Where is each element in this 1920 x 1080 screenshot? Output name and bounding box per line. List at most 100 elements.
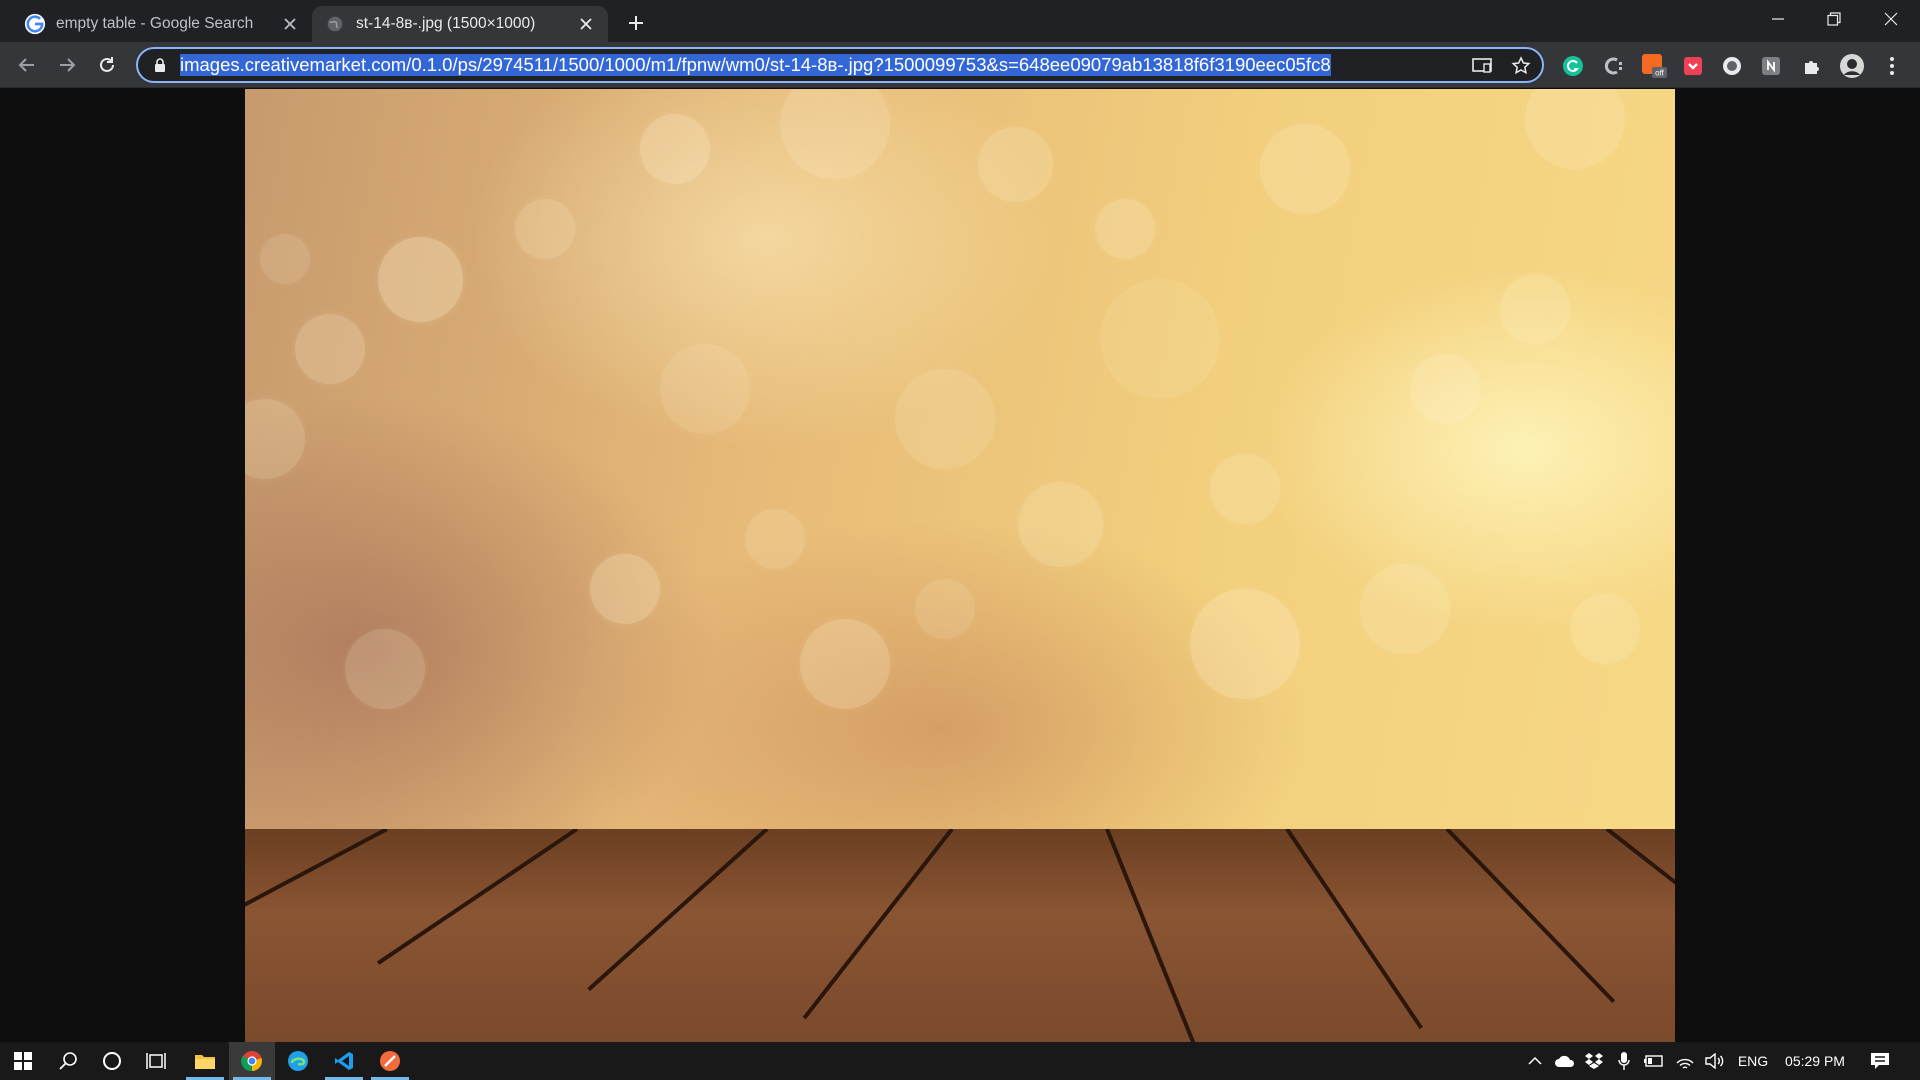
- start-button[interactable]: [0, 1042, 46, 1080]
- cast-icon[interactable]: [1469, 53, 1495, 79]
- google-g-icon: [24, 13, 46, 35]
- bokeh-light: [660, 344, 750, 434]
- action-center-icon[interactable]: [1862, 1042, 1898, 1080]
- taskbar-edge[interactable]: [275, 1042, 321, 1080]
- cortana-circle-icon: [103, 1052, 121, 1070]
- bookmark-star-icon[interactable]: [1508, 53, 1534, 79]
- displayed-image[interactable]: [245, 89, 1675, 1042]
- restore-button[interactable]: [1805, 0, 1863, 38]
- address-bar[interactable]: images.creativemarket.com/0.1.0/ps/29745…: [136, 47, 1544, 83]
- bokeh-light: [780, 89, 890, 179]
- bokeh-light: [1100, 279, 1220, 399]
- reload-button[interactable]: [92, 50, 122, 80]
- chrome-icon: [241, 1051, 262, 1072]
- plank-seam: [1605, 829, 1675, 979]
- bokeh-light: [1500, 274, 1570, 344]
- reload-icon: [100, 57, 114, 72]
- search-button[interactable]: [45, 1042, 91, 1080]
- clock[interactable]: 05:29 PM: [1780, 1042, 1850, 1080]
- orange-app-icon: [380, 1051, 400, 1071]
- taskbar-chrome[interactable]: [229, 1042, 275, 1080]
- bokeh-light: [1095, 199, 1155, 259]
- battery-icon[interactable]: [1642, 1042, 1666, 1080]
- wifi-icon[interactable]: [1673, 1042, 1697, 1080]
- windows-logo-icon: [14, 1052, 32, 1070]
- close-tab-icon[interactable]: [574, 12, 598, 36]
- arrow-left-icon: [18, 58, 34, 72]
- bokeh-light: [295, 314, 365, 384]
- show-hidden-icons-chevron-icon[interactable]: [1524, 1042, 1546, 1080]
- bokeh-light: [515, 199, 575, 259]
- extension-off-icon[interactable]: off: [1641, 53, 1667, 79]
- minimize-button[interactable]: [1749, 0, 1807, 38]
- globe-icon: [327, 16, 343, 32]
- bokeh-light: [1210, 454, 1280, 524]
- bokeh-light: [1260, 124, 1350, 214]
- plank-seam: [1445, 829, 1616, 1004]
- new-tab-button[interactable]: [622, 9, 650, 37]
- bokeh-light: [260, 234, 310, 284]
- pocket-icon[interactable]: [1680, 53, 1706, 79]
- bokeh-light: [895, 369, 995, 469]
- record-icon[interactable]: [1719, 53, 1745, 79]
- url-text[interactable]: images.creativemarket.com/0.1.0/ps/29745…: [180, 54, 1331, 76]
- bokeh-light: [1190, 589, 1300, 699]
- taskbar-vscode[interactable]: [321, 1042, 367, 1080]
- bokeh-light: [1525, 89, 1625, 169]
- bokeh-light: [1570, 594, 1640, 664]
- taskbar-orange-app[interactable]: [367, 1042, 413, 1080]
- onedrive-icon[interactable]: [1552, 1042, 1578, 1080]
- arrow-right-icon: [60, 58, 76, 72]
- bokeh-light: [345, 629, 425, 709]
- bokeh-light: [800, 619, 890, 709]
- bokeh-light: [245, 399, 305, 479]
- bokeh-light: [977, 126, 1053, 202]
- image-viewer: [0, 89, 1920, 1042]
- plank-seam: [802, 829, 954, 1020]
- puzzle-icon[interactable]: [1799, 53, 1825, 79]
- bokeh-light: [640, 114, 710, 184]
- bokeh-light: [1017, 481, 1103, 567]
- tab-image[interactable]: st-14-8в-.jpg (1500×1000): [312, 6, 608, 42]
- taskbar-file-explorer[interactable]: [182, 1042, 228, 1080]
- task-view-button[interactable]: [133, 1042, 179, 1080]
- windows-taskbar: ENG 05:29 PM: [0, 1042, 1920, 1080]
- plank-seam: [376, 829, 579, 965]
- vscode-icon: [335, 1052, 353, 1070]
- close-window-button[interactable]: [1862, 0, 1920, 38]
- bokeh-light: [915, 579, 975, 639]
- svg-text:off: off: [1655, 69, 1665, 78]
- close-tab-icon[interactable]: [278, 12, 302, 36]
- plank-seam: [587, 829, 769, 992]
- bokeh-light: [590, 554, 660, 624]
- microphone-icon[interactable]: [1612, 1042, 1636, 1080]
- bokeh-light: [745, 509, 805, 569]
- tab-google-search[interactable]: empty table - Google Search: [12, 6, 312, 42]
- forward-button[interactable]: [52, 50, 82, 80]
- n-extension-icon[interactable]: [1758, 53, 1784, 79]
- c-extension-icon[interactable]: [1600, 53, 1626, 79]
- lock-icon[interactable]: [152, 57, 168, 73]
- plank-seam: [245, 829, 388, 944]
- bokeh-light: [377, 236, 463, 322]
- edge-icon: [288, 1051, 308, 1071]
- tab-title: st-14-8в-.jpg (1500×1000): [356, 15, 536, 32]
- plank-seam: [1285, 829, 1423, 1030]
- bokeh-light: [1360, 564, 1450, 654]
- language-indicator[interactable]: ENG: [1733, 1042, 1773, 1080]
- browser-toolbar: images.creativemarket.com/0.1.0/ps/29745…: [0, 42, 1920, 88]
- menu-kebab-icon[interactable]: [1879, 53, 1905, 79]
- file-explorer-icon: [195, 1055, 215, 1069]
- volume-icon[interactable]: [1703, 1042, 1727, 1080]
- task-view-icon: [146, 1053, 166, 1069]
- plank-seam: [1105, 829, 1199, 1042]
- avatar[interactable]: [1839, 53, 1865, 79]
- tab-title: empty table - Google Search: [56, 15, 254, 32]
- wooden-table-surface: [245, 829, 1675, 1042]
- grammarly-icon[interactable]: [1560, 53, 1586, 79]
- cortana-button[interactable]: [89, 1042, 135, 1080]
- back-button[interactable]: [12, 50, 42, 80]
- tab-strip: empty table - Google Search st-14-8в-.jp…: [0, 0, 1920, 42]
- dropbox-icon[interactable]: [1582, 1042, 1606, 1080]
- search-icon: [59, 1052, 77, 1070]
